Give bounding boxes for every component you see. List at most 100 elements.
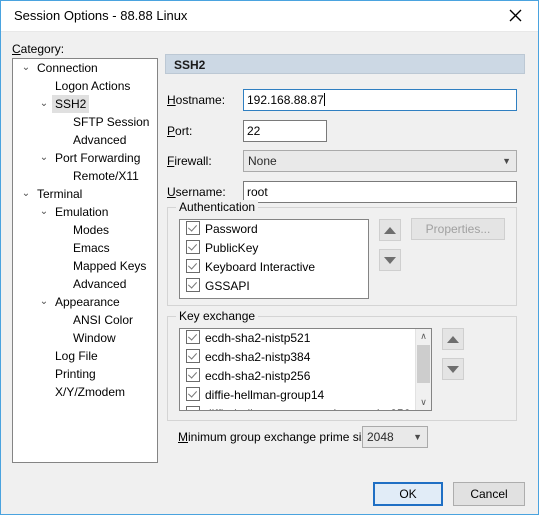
chevron-down-icon[interactable]: ⌄ [19,59,33,77]
text-caret [323,93,325,106]
key-exchange-listbox[interactable]: ecdh-sha2-nistp521 ecdh-sha2-nistp384 ecdh… [179,328,432,411]
category-label: Category: [12,42,64,56]
tree-item-emulation[interactable]: ⌄ Emulation [13,203,157,221]
ok-button[interactable]: OK [373,482,443,506]
key-exchange-item-label: diffie-hellman-group14 [205,388,325,402]
port-input[interactable]: 22 [243,120,327,142]
checkbox-checked-icon[interactable] [186,221,200,235]
tree-item-logon-actions[interactable]: Logon Actions [13,77,157,95]
chevron-down-icon[interactable]: ⌄ [19,185,33,203]
ssh2-settings-pane: SSH2 Hostname: 192.168.88.87 Port: 22 Fi… [165,54,527,463]
username-label-rest: sername: [175,185,226,199]
window-title: Session Options - 88.88 Linux [14,8,188,23]
title-bar: Session Options - 88.88 Linux [1,1,538,32]
tree-item-label: SFTP Session [73,115,150,129]
tree-item-port-forwarding[interactable]: ⌄ Port Forwarding [13,149,157,167]
key-exchange-item-label: ecdh-sha2-nistp384 [205,350,311,364]
checkbox-checked-icon[interactable] [186,330,200,344]
tree-item-label: Advanced [73,133,127,147]
chevron-down-icon: ▼ [502,156,511,166]
port-label-rest: ort: [175,124,193,138]
chevron-down-icon[interactable]: ⌄ [37,149,51,167]
key-exchange-item[interactable]: ecdh-sha2-nistp521 [180,329,417,348]
tree-item-label: Connection [37,61,98,75]
key-exchange-scrollbar[interactable]: ∧ ∨ [415,329,431,410]
tree-item-label: Printing [55,367,96,381]
tree-item-modes[interactable]: Modes [13,221,157,239]
chevron-down-icon[interactable]: ⌄ [37,95,51,113]
tree-item-label: Mapped Keys [73,259,147,273]
kex-move-up-button[interactable] [442,328,464,350]
key-exchange-item[interactable]: ecdh-sha2-nistp256 [180,367,417,386]
tree-item-remote-x11[interactable]: Remote/X11 [13,167,157,185]
category-label-accel: C [12,42,21,56]
key-exchange-item-label: ecdh-sha2-nistp256 [205,369,311,383]
arrow-up-icon [447,335,459,343]
arrow-up-icon [384,226,396,234]
authentication-item[interactable]: Password [180,220,368,239]
checkbox-checked-icon[interactable] [186,259,200,273]
tree-item-window[interactable]: Window [13,329,157,347]
scroll-down-icon[interactable]: ∨ [416,395,431,410]
key-exchange-group-title: Key exchange [176,309,259,323]
category-label-rest: ategory: [20,42,65,56]
tree-item-emacs[interactable]: Emacs [13,239,157,257]
arrow-down-icon [447,365,459,373]
tree-item-log-file[interactable]: Log File [13,347,157,365]
hostname-input[interactable]: 192.168.88.87 [243,89,517,111]
chevron-down-icon[interactable]: ⌄ [37,293,51,311]
username-input[interactable]: root [243,181,517,203]
prime-size-value: 2048 [367,430,394,444]
key-exchange-item[interactable]: diffie-hellman-group14 [180,386,417,405]
checkbox-checked-icon[interactable] [186,368,200,382]
hostname-label: Hostname: [167,93,225,107]
authentication-item-label: Password [205,222,258,236]
tree-item-ssh2[interactable]: ⌄ SSH2 [13,95,157,113]
tree-item-sftp-session[interactable]: SFTP Session [13,113,157,131]
checkbox-checked-icon[interactable] [186,406,200,410]
tree-item-label: Emacs [73,241,110,255]
scroll-up-icon[interactable]: ∧ [416,329,431,344]
authentication-item[interactable]: PublicKey [180,239,368,258]
ssh2-section-header: SSH2 [165,54,525,74]
auth-move-down-button[interactable] [379,249,401,271]
tree-item-label: Appearance [55,295,120,309]
authentication-item[interactable]: GSSAPI [180,277,368,296]
auth-properties-button[interactable]: Properties... [411,218,505,240]
ssh2-section-title: SSH2 [174,58,206,72]
kex-move-down-button[interactable] [442,358,464,380]
close-button[interactable] [493,1,538,30]
tree-item-connection[interactable]: ⌄ Connection [13,59,157,77]
prime-size-label-accel: M [178,430,188,444]
authentication-item[interactable]: Keyboard Interactive [180,258,368,277]
key-exchange-item[interactable]: diffie-hellman-group-exchange-sha256 [180,405,417,410]
checkbox-checked-icon[interactable] [186,349,200,363]
scrollbar-thumb[interactable] [417,345,430,383]
firewall-select[interactable]: None ▼ [243,150,517,172]
tree-item-terminal[interactable]: ⌄ Terminal [13,185,157,203]
tree-item-label: SSH2 [52,95,90,113]
hostname-label-rest: ostname: [175,93,226,107]
authentication-item-label: Keyboard Interactive [205,260,316,274]
category-tree[interactable]: ⌄ Connection Logon Actions ⌄ SSH2 SFTP Sessio… [12,58,158,463]
tree-item-printing[interactable]: Printing [13,365,157,383]
cancel-button[interactable]: Cancel [453,482,525,506]
prime-size-label-rest: inimum group exchange prime size: [188,430,378,444]
checkbox-checked-icon[interactable] [186,387,200,401]
firewall-label: Firewall: [167,154,212,168]
key-exchange-item[interactable]: ecdh-sha2-nistp384 [180,348,417,367]
tree-item-x-y-zmodem[interactable]: X/Y/Zmodem [13,383,157,401]
checkbox-checked-icon[interactable] [186,278,200,292]
tree-item-advanced[interactable]: Advanced [13,275,157,293]
authentication-list[interactable]: Password PublicKey Keyboard Interactive GSS… [179,219,369,299]
checkbox-checked-icon[interactable] [186,240,200,254]
tree-item-ansi-color[interactable]: ANSI Color [13,311,157,329]
tree-item-appearance[interactable]: ⌄ Appearance [13,293,157,311]
tree-item-mapped-keys[interactable]: Mapped Keys [13,257,157,275]
tree-item-advanced[interactable]: Advanced [13,131,157,149]
prime-size-select[interactable]: 2048 ▼ [362,426,428,448]
hostname-label-accel: H [167,93,176,107]
auth-move-up-button[interactable] [379,219,401,241]
authentication-item-label: GSSAPI [205,279,250,293]
chevron-down-icon[interactable]: ⌄ [37,203,51,221]
